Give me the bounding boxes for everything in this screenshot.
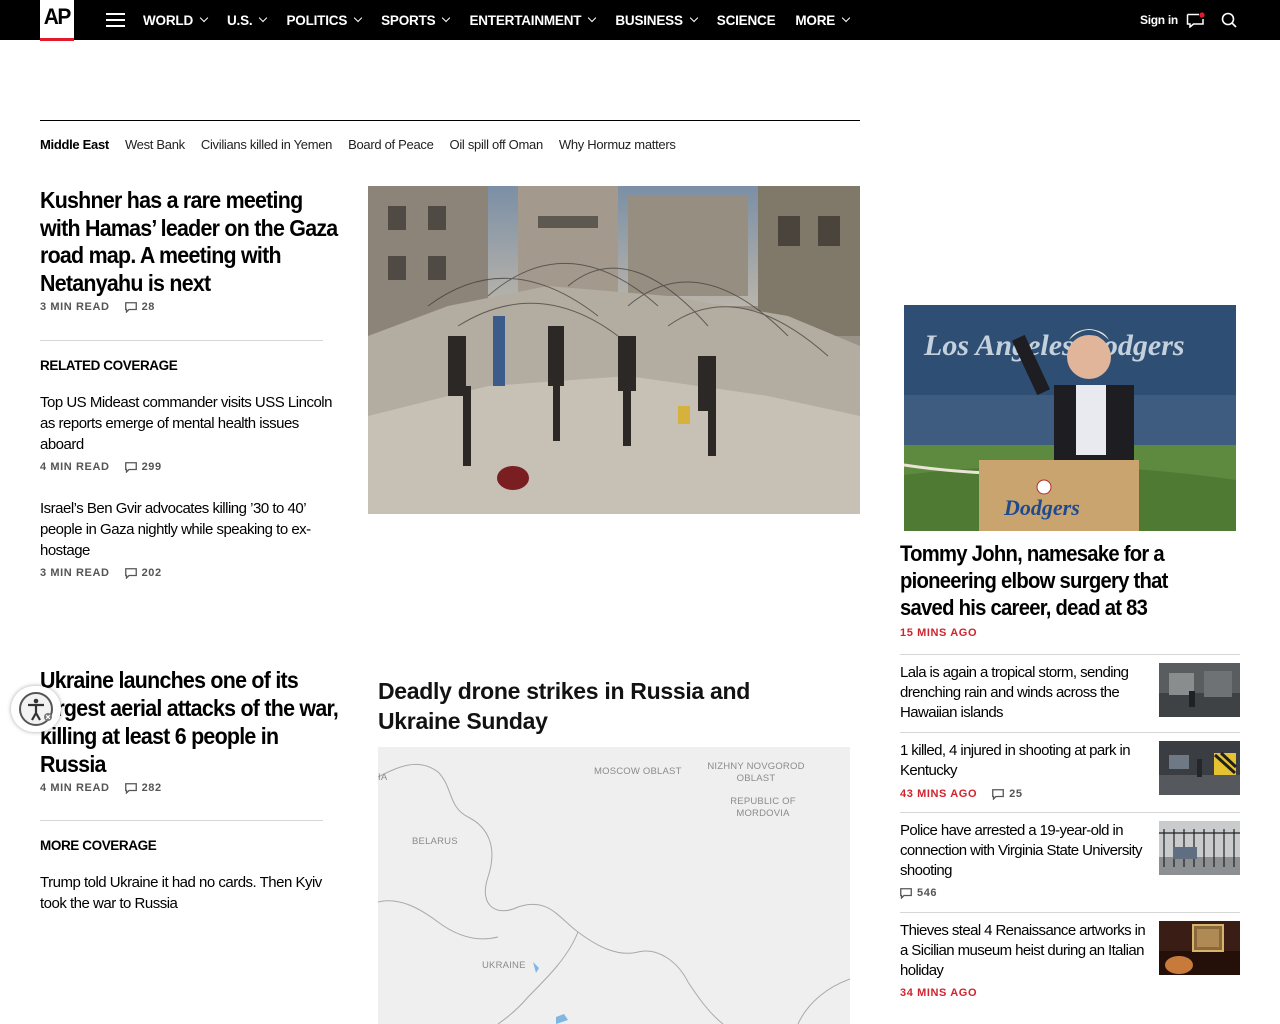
nav-item-science[interactable]: SCIENCE [717,13,776,28]
second-meta: 4 MIN READ 282 [40,782,162,794]
side-story: 1 killed, 4 injured in shooting at park … [900,741,1240,801]
topic-link[interactable]: Board of Peace [348,137,434,152]
side-story-thumbnail[interactable] [1159,821,1240,875]
comment-icon [124,461,137,473]
comment-icon [124,301,137,313]
divider [40,820,323,821]
divider [900,912,1240,913]
tommy-john-headline[interactable]: Tommy John, namesake for a pioneering el… [900,540,1222,621]
svg-text:Los Angeles Dodgers: Los Angeles Dodgers [923,329,1185,362]
time-ago: 15 MINS AGO [900,627,978,639]
chevron-down-icon [689,13,699,23]
side-story: Police have arrested a 19-year-old in co… [900,821,1240,901]
side-story-thumbnail[interactable] [1159,663,1240,717]
more-headline[interactable]: Trump told Ukraine it had no cards. Then… [40,872,345,914]
accessibility-button[interactable] [11,686,61,732]
more-coverage-label: MORE COVERAGE [40,838,157,853]
map[interactable]: IA MOSCOW OBLAST NIZHNY NOVGOROD OBLAST … [378,747,850,1024]
related-meta: 3 MIN READ 202 [40,567,162,579]
sign-in-link[interactable]: Sign in [1140,13,1178,27]
nav-item-more[interactable]: MORE [795,13,851,28]
tommy-john-photo[interactable]: Los Angeles Dodgers Dodgers [904,305,1236,531]
lead-meta: 3 MIN READ 28 [40,301,155,313]
comment-icon [900,887,912,899]
comment-count[interactable]: 202 [124,567,162,579]
map-label: UKRAINE [482,960,526,971]
comment-count[interactable]: 546 [900,887,937,899]
side-story-thumbnail[interactable] [1159,741,1240,795]
nav-list: WORLD U.S. POLITICS SPORTS ENTERTAINMENT… [143,0,869,40]
map-label: REPUBLIC OF MORDOVIA [730,796,796,819]
side-story-meta: 34 MINS AGO [900,987,978,999]
lead-photo[interactable] [368,186,860,514]
nav-item-us[interactable]: U.S. [227,13,268,28]
divider [40,340,323,341]
nav-item-business[interactable]: BUSINESS [615,13,699,28]
side-story-meta: 43 MINS AGO 25 [900,788,1023,800]
topic-link[interactable]: Civilians killed in Yemen [201,137,333,152]
related-coverage-label: RELATED COVERAGE [40,358,178,373]
side-story: Lala is again a tropical storm, sending … [900,663,1240,723]
nav-item-entertainment[interactable]: ENTERTAINMENT [469,13,597,28]
second-headline[interactable]: Ukraine launches one of its largest aeri… [40,666,345,778]
top-nav: AP WORLD U.S. POLITICS SPORTS ENTERTAINM… [0,0,1280,41]
comment-icon [124,567,137,579]
map-label: BELARUS [412,836,458,847]
map-label: NIZHNY NOVGOROD OBLAST [707,761,805,784]
accessibility-icon [19,692,53,726]
related-headline[interactable]: Israel’s Ben Gvir advocates killing ’30 … [40,498,340,561]
divider [900,654,1240,655]
comment-count[interactable]: 282 [124,782,162,794]
read-time: 3 MIN READ [40,301,110,313]
divider [900,812,1240,813]
side-story: Thieves steal 4 Renaissance artworks in … [900,921,1240,1001]
side-story-headline[interactable]: Lala is again a tropical storm, sending … [900,663,1150,723]
chevron-down-icon [199,13,209,23]
nav-item-sports[interactable]: SPORTS [381,13,451,28]
comment-icon [124,782,137,794]
search-icon[interactable] [1221,12,1237,28]
nav-item-world[interactable]: WORLD [143,13,209,28]
side-story-headline[interactable]: Police have arrested a 19-year-old in co… [900,821,1150,881]
side-story-meta: 546 [900,887,937,899]
map-title[interactable]: Deadly drone strikes in Russia and Ukrai… [378,676,818,736]
side-story-headline[interactable]: Thieves steal 4 Renaissance artworks in … [900,921,1150,981]
side-story-thumbnail[interactable] [1159,921,1240,975]
topic-list: Middle East West Bank Civilians killed i… [40,137,692,152]
comment-count[interactable]: 28 [124,301,155,313]
topic-link[interactable]: West Bank [125,137,185,152]
comment-count[interactable]: 25 [992,788,1022,800]
side-story-headline[interactable]: 1 killed, 4 injured in shooting at park … [900,741,1150,781]
topic-link[interactable]: Why Hormuz matters [559,137,676,152]
menu-icon[interactable] [106,13,125,27]
topic-link[interactable]: Oil spill off Oman [450,137,544,152]
chevron-down-icon [588,13,597,23]
related-headline[interactable]: Top US Mideast commander visits USS Linc… [40,392,332,455]
chevron-down-icon [353,13,363,23]
divider [900,732,1240,733]
comment-count[interactable]: 299 [124,461,162,473]
lead-headline[interactable]: Kushner has a rare meeting with Hamas’ l… [40,187,345,297]
chat-notification-icon[interactable] [1186,12,1205,28]
chevron-down-icon [442,13,451,23]
ap-logo[interactable]: AP [40,0,74,41]
nav-item-politics[interactable]: POLITICS [286,13,363,28]
map-label: MOSCOW OBLAST [594,766,682,777]
topic-link[interactable]: Middle East [40,137,109,152]
map-label: IA [378,772,388,783]
svg-text:Dodgers: Dodgers [1003,495,1080,520]
comment-icon [992,788,1005,800]
chevron-down-icon [259,13,268,23]
related-meta: 4 MIN READ 299 [40,461,162,473]
chevron-down-icon [841,13,851,23]
